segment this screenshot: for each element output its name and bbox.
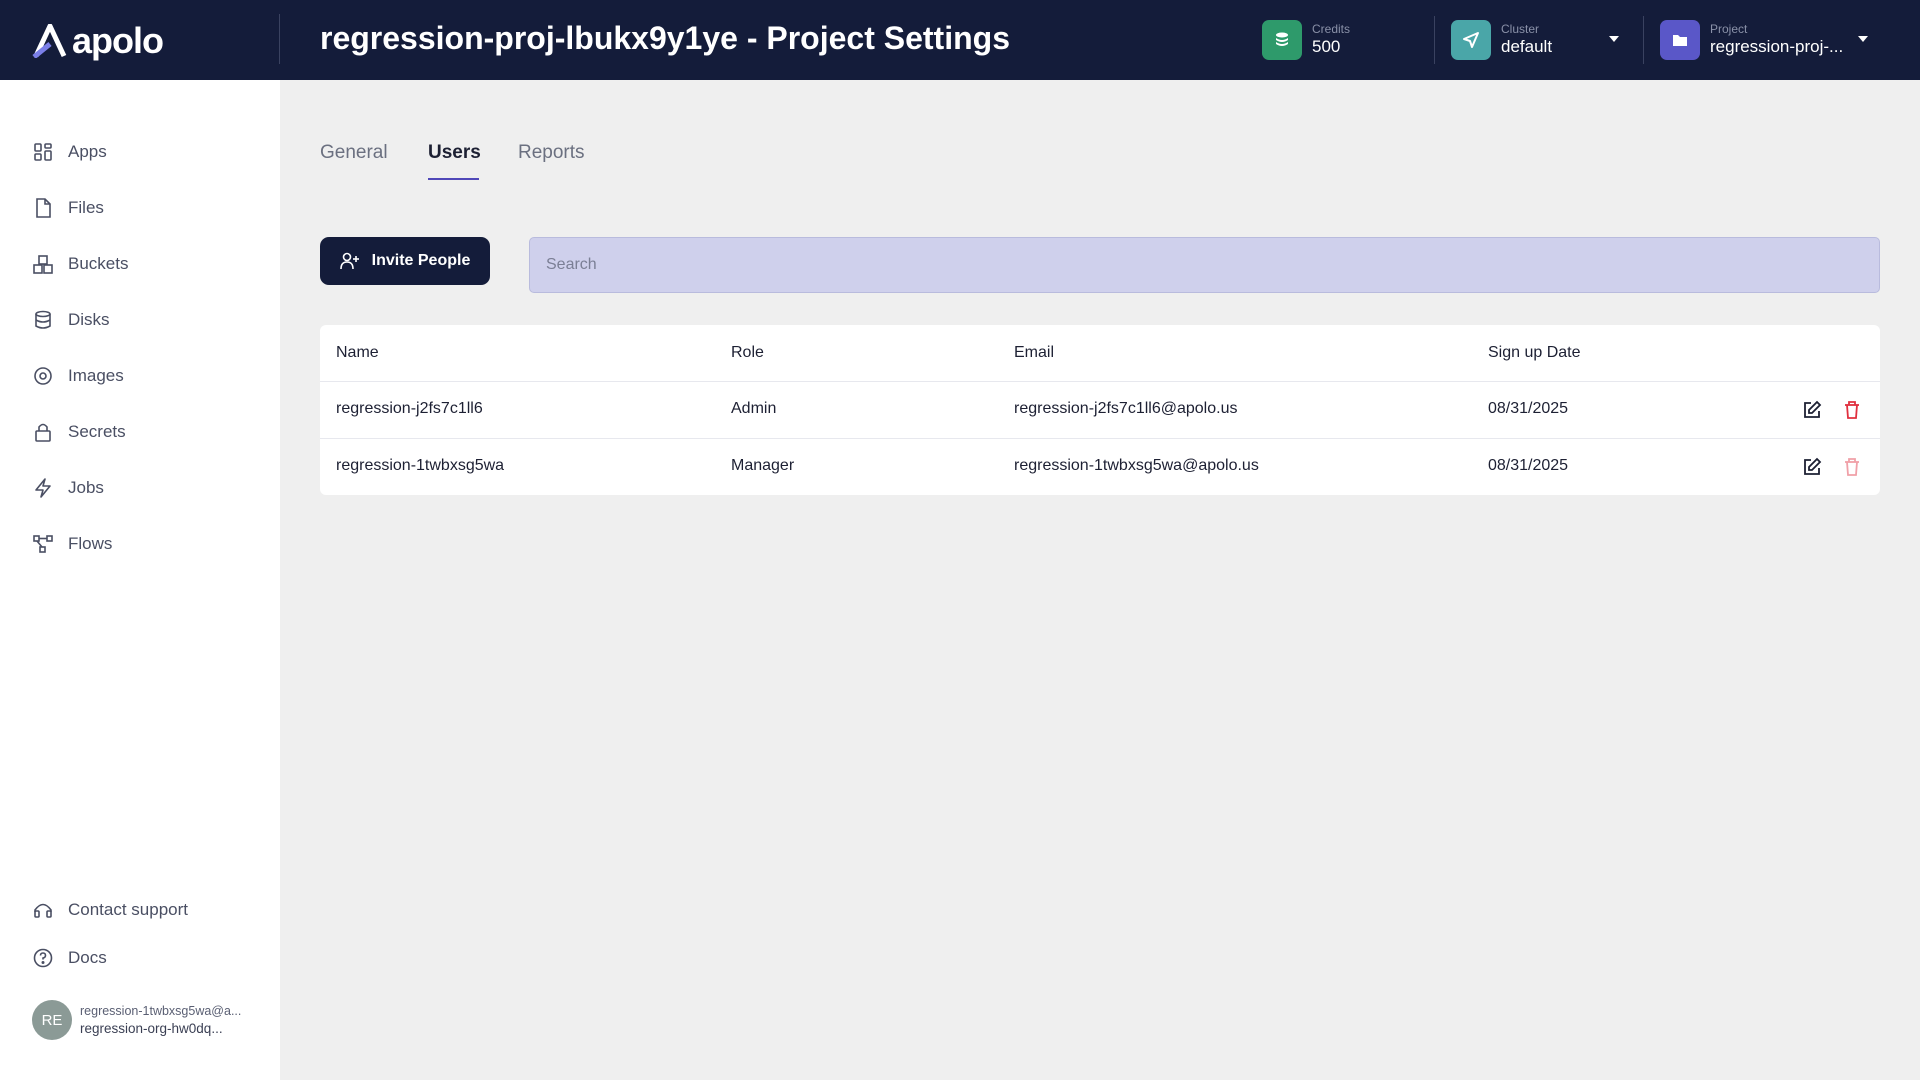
top-header: apolo regression-proj-lbukx9y1ye - Proje… bbox=[0, 0, 1920, 80]
sidebar-item-label: Docs bbox=[68, 948, 107, 967]
column-header-email: Email bbox=[1014, 344, 1055, 361]
coins-icon bbox=[1262, 20, 1302, 60]
credits-indicator: Credits 500 bbox=[1262, 18, 1350, 62]
add-user-icon bbox=[339, 252, 359, 270]
sidebar-item-docs[interactable]: Docs bbox=[32, 944, 107, 972]
user-profile[interactable]: RE regression-1twbxsg5wa@a... regression… bbox=[32, 1000, 241, 1040]
credits-value: 500 bbox=[1312, 37, 1341, 56]
database-icon bbox=[35, 310, 51, 329]
invite-people-label: Invite People bbox=[371, 252, 471, 269]
user-email-cell: regression-j2fs7c1ll6@apolo.us bbox=[1014, 400, 1238, 417]
sidebar-item-label: Jobs bbox=[68, 478, 104, 497]
user-name-cell: regression-j2fs7c1ll6 bbox=[336, 400, 483, 417]
buckets-icon bbox=[33, 255, 53, 274]
lock-icon bbox=[35, 423, 51, 442]
edit-icon[interactable] bbox=[1800, 398, 1824, 422]
column-header-role: Role bbox=[731, 344, 764, 361]
logo-text: apolo bbox=[72, 20, 164, 61]
project-selector[interactable]: Project regression-proj-... bbox=[1660, 18, 1860, 62]
tab-reports[interactable]: Reports bbox=[518, 142, 585, 164]
table-row: regression-j2fs7c1ll6 Admin regression-j… bbox=[320, 381, 1880, 438]
invite-people-button[interactable]: Invite People bbox=[320, 237, 490, 285]
users-table: Name Role Email Sign up Date regression-… bbox=[320, 325, 1880, 495]
user-email: regression-1twbxsg5wa@a... bbox=[80, 1003, 242, 1018]
tab-general[interactable]: General bbox=[320, 142, 388, 164]
file-icon bbox=[36, 198, 51, 218]
sidebar-item-secrets[interactable]: Secrets bbox=[32, 418, 126, 446]
delete-icon-disabled bbox=[1840, 455, 1864, 479]
page-title: regression-proj-lbukx9y1ye - Project Set… bbox=[320, 20, 1010, 56]
user-role-cell: Manager bbox=[731, 457, 795, 474]
help-circle-icon bbox=[33, 948, 53, 968]
project-label: Project bbox=[1710, 22, 1748, 36]
sidebar-item-flows[interactable]: Flows bbox=[32, 530, 112, 558]
sidebar-item-label: Contact support bbox=[68, 900, 189, 919]
sidebar-item-label: Secrets bbox=[68, 422, 126, 441]
project-value: regression-proj-... bbox=[1710, 37, 1844, 56]
header-separator bbox=[1434, 16, 1435, 64]
sidebar-item-label: Files bbox=[68, 198, 104, 217]
sidebar-item-buckets[interactable]: Buckets bbox=[32, 250, 128, 278]
edit-icon[interactable] bbox=[1800, 455, 1824, 479]
apolo-logo[interactable]: apolo bbox=[32, 20, 164, 62]
header-separator bbox=[1643, 16, 1644, 64]
headset-icon bbox=[34, 903, 52, 918]
send-icon bbox=[1451, 20, 1491, 60]
sidebar-item-label: Flows bbox=[68, 534, 113, 553]
signup-date-cell: 08/31/2025 bbox=[1488, 400, 1569, 417]
sidebar-item-files[interactable]: Files bbox=[32, 194, 104, 222]
lightning-icon bbox=[35, 478, 51, 498]
sidebar-item-label: Disks bbox=[68, 310, 110, 329]
column-header-name: Name bbox=[336, 344, 379, 361]
user-email-cell: regression-1twbxsg5wa@apolo.us bbox=[1014, 457, 1259, 474]
user-org: regression-org-hw0dq... bbox=[80, 1020, 223, 1036]
avatar: RE bbox=[32, 1000, 72, 1040]
cluster-value: default bbox=[1501, 37, 1553, 56]
sidebar-item-label: Apps bbox=[68, 142, 107, 161]
sidebar: Apps Files Buckets Disks Images Secrets bbox=[0, 80, 280, 1080]
sidebar-item-disks[interactable]: Disks bbox=[32, 306, 110, 334]
sidebar-item-apps[interactable]: Apps bbox=[32, 138, 107, 166]
apolo-logo-icon bbox=[32, 24, 67, 58]
cluster-chevron-down-icon[interactable] bbox=[1609, 36, 1619, 42]
sidebar-item-images[interactable]: Images bbox=[32, 362, 124, 390]
header-divider bbox=[279, 14, 280, 64]
apps-icon bbox=[34, 143, 52, 161]
table-row: regression-1twbxsg5wa Manager regression… bbox=[320, 438, 1880, 495]
column-header-signup-date: Sign up Date bbox=[1488, 344, 1581, 361]
folder-icon bbox=[1660, 20, 1700, 60]
delete-icon[interactable] bbox=[1840, 398, 1864, 422]
disc-icon bbox=[34, 367, 52, 385]
cluster-label: Cluster bbox=[1501, 22, 1540, 36]
project-chevron-down-icon[interactable] bbox=[1858, 36, 1868, 42]
user-role-cell: Admin bbox=[731, 400, 777, 417]
search-input[interactable] bbox=[529, 237, 1880, 293]
sidebar-item-label: Buckets bbox=[68, 254, 129, 273]
credits-label: Credits bbox=[1312, 22, 1351, 36]
sidebar-item-label: Images bbox=[68, 366, 124, 385]
sidebar-item-jobs[interactable]: Jobs bbox=[32, 474, 104, 502]
signup-date-cell: 08/31/2025 bbox=[1488, 457, 1569, 474]
sidebar-item-contact-support[interactable]: Contact support bbox=[32, 896, 188, 924]
tab-users[interactable]: Users bbox=[428, 142, 481, 164]
flow-icon bbox=[33, 535, 53, 553]
active-tab-indicator bbox=[428, 178, 479, 180]
user-name-cell: regression-1twbxsg5wa bbox=[336, 457, 505, 474]
cluster-selector[interactable]: Cluster default bbox=[1451, 18, 1631, 62]
